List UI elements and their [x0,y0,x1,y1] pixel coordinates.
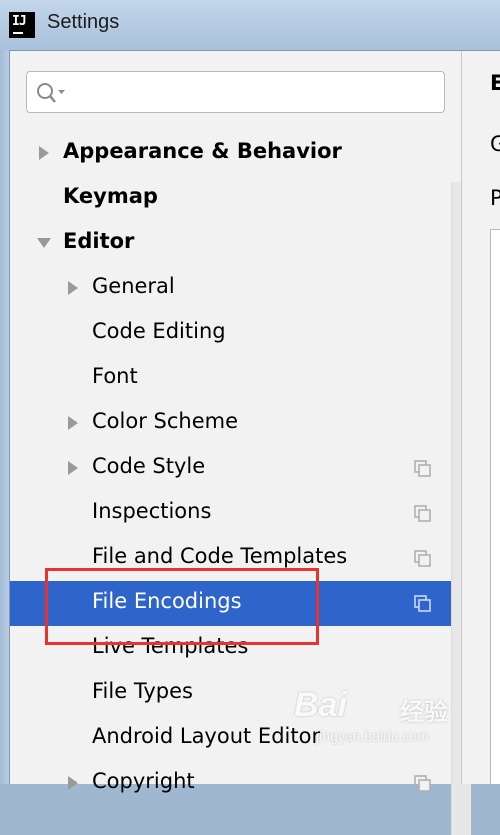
settings-content-panel: E G P [462,51,500,784]
tree-item-label: Android Layout Editor [92,724,321,748]
window-frame [0,50,9,784]
tree-item-label: Keymap [63,184,158,208]
expand-arrow-icon[interactable] [65,460,81,476]
copy-icon [414,550,431,567]
tree-item[interactable]: Inspections [10,491,461,536]
copy-icon [414,460,431,477]
tree-item-label: Code Editing [92,319,226,343]
tree-item-label: Inspections [92,499,212,523]
copy-icon [414,595,431,612]
tree-item[interactable]: Code Style [10,446,461,491]
copy-icon [414,775,431,792]
tree-item[interactable]: General [10,266,461,311]
tree-item[interactable]: Editor [10,221,461,266]
expand-arrow-icon[interactable] [65,775,81,791]
tree-item-label: Font [92,364,138,388]
annotation-highlight-box [45,568,319,645]
expand-arrow-icon[interactable] [36,145,52,161]
tree-item-label: Editor [63,229,135,253]
content-text-line: P [490,186,500,210]
search-input[interactable] [71,80,435,106]
content-table[interactable] [490,229,500,784]
tree-item-label: Code Style [92,454,206,478]
copy-icon [414,505,431,522]
settings-tree-panel: Appearance & Behavior Keymap Editor General… [10,51,471,835]
collapse-arrow-icon[interactable] [36,235,52,251]
tree-item-label: File and Code Templates [92,544,348,568]
tree-item[interactable]: Appearance & Behavior [10,131,461,176]
expand-arrow-icon[interactable] [65,415,81,431]
tree-item-label: File Types [92,679,193,703]
tree-item[interactable]: Keymap [10,176,461,221]
baidu-watermark: Bai 经验 jingyan.baidu.com [290,686,490,756]
tree-item-label: Copyright [92,769,195,793]
tree-item[interactable]: Color Scheme [10,401,461,446]
watermark-text: 经验 [400,698,448,726]
tree-item[interactable]: Code Editing [10,311,461,356]
search-icon[interactable] [35,81,69,105]
tree-item[interactable]: Font [10,356,461,401]
tree-item-label: Color Scheme [92,409,238,433]
window-titlebar: IJ Settings [0,0,500,50]
window-title: Settings [47,11,120,33]
watermark-url: jingyan.baidu.com [316,728,429,744]
expand-arrow-icon[interactable] [65,280,81,296]
content-heading: E [490,71,500,95]
tree-item-label: General [92,274,175,298]
search-box[interactable] [26,71,445,113]
content-text-line: G [490,132,500,156]
app-logo-icon: IJ [9,12,35,38]
watermark-brand: Bai [294,686,347,724]
tree-item-label: Appearance & Behavior [63,139,342,163]
